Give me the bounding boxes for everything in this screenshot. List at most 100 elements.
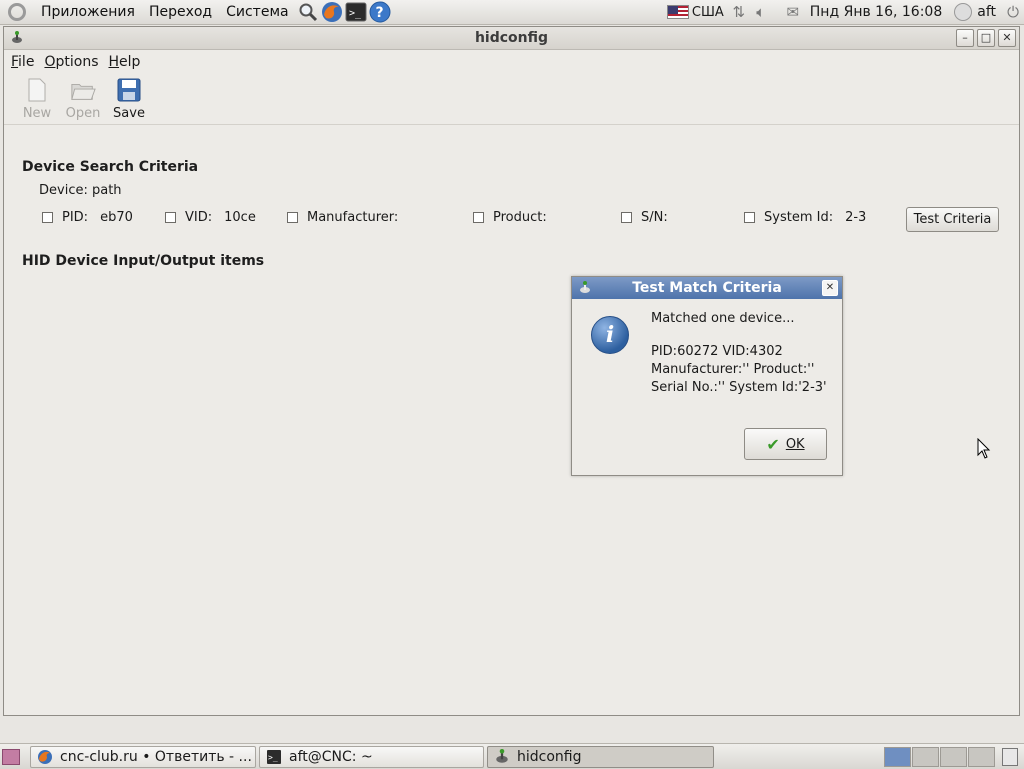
menu-options-label: ptions bbox=[55, 54, 99, 70]
save-button-label: Save bbox=[113, 106, 145, 121]
us-flag-icon bbox=[666, 5, 689, 19]
info-icon: i bbox=[591, 316, 629, 354]
user-name: aft bbox=[977, 4, 996, 20]
sn-checkbox[interactable] bbox=[621, 212, 632, 223]
taskbar-item-label: cnc-club.ru • Ответить - ... bbox=[60, 748, 252, 765]
user-avatar-icon bbox=[954, 3, 973, 21]
menu-help[interactable]: Help bbox=[103, 54, 145, 70]
ok-button[interactable]: ✔ OK bbox=[744, 428, 827, 460]
new-document-icon bbox=[24, 77, 50, 103]
trash-icon[interactable] bbox=[1002, 747, 1018, 766]
vid-value: 10ce bbox=[224, 210, 256, 225]
test-match-dialog: Test Match Criteria ✕ i Matched one devi… bbox=[571, 276, 843, 476]
dialog-close-button[interactable]: ✕ bbox=[822, 280, 838, 296]
menu-places[interactable]: Переход bbox=[142, 4, 219, 20]
device-search-heading: Device Search Criteria bbox=[22, 159, 199, 175]
svg-text:>_: >_ bbox=[268, 753, 278, 762]
dialog-message-line2: PID:60272 VID:4302 bbox=[651, 344, 783, 359]
help-icon[interactable]: ? bbox=[369, 1, 391, 23]
test-criteria-button[interactable]: Test Criteria bbox=[906, 207, 999, 232]
power-icon[interactable]: ⏻ bbox=[1002, 1, 1024, 23]
manufacturer-criterion: Manufacturer: bbox=[287, 210, 398, 225]
menu-file[interactable]: File bbox=[6, 54, 39, 70]
menu-applications[interactable]: Приложения bbox=[34, 4, 142, 20]
taskbar-item-label: hidconfig bbox=[517, 748, 582, 765]
hidconfig-window: hidconfig – □ ✕ File Options Help New Op… bbox=[3, 26, 1020, 716]
top-panel: Приложения Переход Система >_ ? США ⇅ 🔈︎… bbox=[0, 0, 1024, 25]
system-id-label: System Id: bbox=[764, 210, 834, 225]
dialog-title: Test Match Criteria bbox=[632, 280, 782, 296]
open-folder-icon bbox=[70, 77, 96, 103]
open-button[interactable]: Open bbox=[60, 74, 106, 121]
product-checkbox[interactable] bbox=[473, 212, 484, 223]
clock[interactable]: Пнд Янв 16, 16:08 bbox=[804, 4, 948, 20]
checkmark-icon: ✔ bbox=[766, 434, 780, 454]
terminal-icon: >_ bbox=[267, 749, 281, 764]
mail-icon[interactable]: ✉ bbox=[782, 1, 804, 23]
app-icon bbox=[496, 748, 508, 763]
system-id-criterion: System Id: 2-3 bbox=[744, 210, 866, 225]
ok-button-label: OK bbox=[785, 436, 805, 452]
dialog-message-line3: Manufacturer:'' Product:'' bbox=[651, 362, 815, 377]
taskbar-item-label: aft@CNC: ~ bbox=[289, 748, 373, 765]
bottom-panel: cnc-club.ru • Ответить - ... >_ aft@CNC:… bbox=[0, 743, 1024, 769]
sn-label: S/N: bbox=[641, 210, 668, 225]
menu-help-label: elp bbox=[119, 54, 141, 70]
workspace-4[interactable] bbox=[968, 746, 995, 767]
dialog-message-line4: Serial No.:'' System Id:'2-3' bbox=[651, 380, 827, 395]
pid-value: eb70 bbox=[100, 210, 133, 225]
system-id-value: 2-3 bbox=[845, 210, 867, 225]
taskbar-item-hidconfig[interactable]: hidconfig bbox=[487, 745, 714, 768]
dialog-message-line1: Matched one device... bbox=[651, 311, 795, 326]
taskbar-item-firefox[interactable]: cnc-club.ru • Ответить - ... bbox=[30, 745, 256, 768]
search-icon[interactable] bbox=[297, 1, 319, 23]
toolbar: New Open Save bbox=[4, 74, 1019, 125]
svg-text:>_: >_ bbox=[349, 8, 362, 19]
minimize-button[interactable]: – bbox=[956, 29, 974, 47]
device-value: path bbox=[91, 183, 122, 198]
device-line: Device: path bbox=[39, 183, 122, 198]
window-title: hidconfig bbox=[474, 30, 549, 46]
open-button-label: Open bbox=[65, 106, 101, 121]
terminal-icon[interactable]: >_ bbox=[345, 1, 367, 23]
vid-checkbox[interactable] bbox=[165, 212, 176, 223]
system-id-checkbox[interactable] bbox=[744, 212, 755, 223]
device-label: Device: bbox=[39, 183, 88, 198]
workspace-1[interactable] bbox=[884, 746, 911, 767]
keyboard-layout-indicator[interactable]: США bbox=[689, 5, 728, 20]
window-titlebar[interactable]: hidconfig – □ ✕ bbox=[4, 27, 1019, 50]
menu-file-label: ile bbox=[18, 54, 35, 70]
show-desktop-icon[interactable] bbox=[2, 748, 20, 765]
product-label: Product: bbox=[493, 210, 547, 225]
save-disk-icon bbox=[116, 77, 142, 103]
firefox-icon[interactable] bbox=[321, 1, 343, 23]
ubuntu-logo-icon[interactable] bbox=[8, 3, 26, 21]
save-button[interactable]: Save bbox=[106, 74, 152, 121]
mouse-pointer-icon bbox=[977, 438, 991, 459]
close-button[interactable]: ✕ bbox=[998, 29, 1016, 47]
manufacturer-label: Manufacturer: bbox=[307, 210, 399, 225]
menu-options[interactable]: Options bbox=[39, 54, 103, 70]
workspace-3[interactable] bbox=[940, 746, 967, 767]
workspace-2[interactable] bbox=[912, 746, 939, 767]
maximize-button[interactable]: □ bbox=[977, 29, 995, 47]
firefox-icon bbox=[38, 749, 52, 764]
taskbar-item-terminal[interactable]: >_ aft@CNC: ~ bbox=[259, 745, 484, 768]
pid-criterion: PID: eb70 bbox=[42, 210, 133, 225]
new-button[interactable]: New bbox=[14, 74, 60, 121]
manufacturer-checkbox[interactable] bbox=[287, 212, 298, 223]
volume-icon[interactable]: 🔈︎ bbox=[750, 1, 772, 23]
user-menu[interactable]: aft bbox=[948, 3, 1002, 21]
workspace-switcher bbox=[884, 746, 996, 767]
dialog-titlebar[interactable]: Test Match Criteria ✕ bbox=[572, 277, 842, 299]
svg-text:?: ? bbox=[375, 5, 383, 21]
pid-label: PID: bbox=[62, 210, 89, 225]
pid-checkbox[interactable] bbox=[42, 212, 53, 223]
vid-label: VID: bbox=[185, 210, 213, 225]
io-items-heading: HID Device Input/Output items bbox=[22, 253, 265, 269]
vid-criterion: VID: 10ce bbox=[165, 210, 256, 225]
product-criterion: Product: bbox=[473, 210, 547, 225]
menu-system[interactable]: Система bbox=[219, 4, 295, 20]
network-icon[interactable]: ⇅ bbox=[728, 1, 750, 23]
menubar: File Options Help bbox=[4, 50, 1019, 74]
